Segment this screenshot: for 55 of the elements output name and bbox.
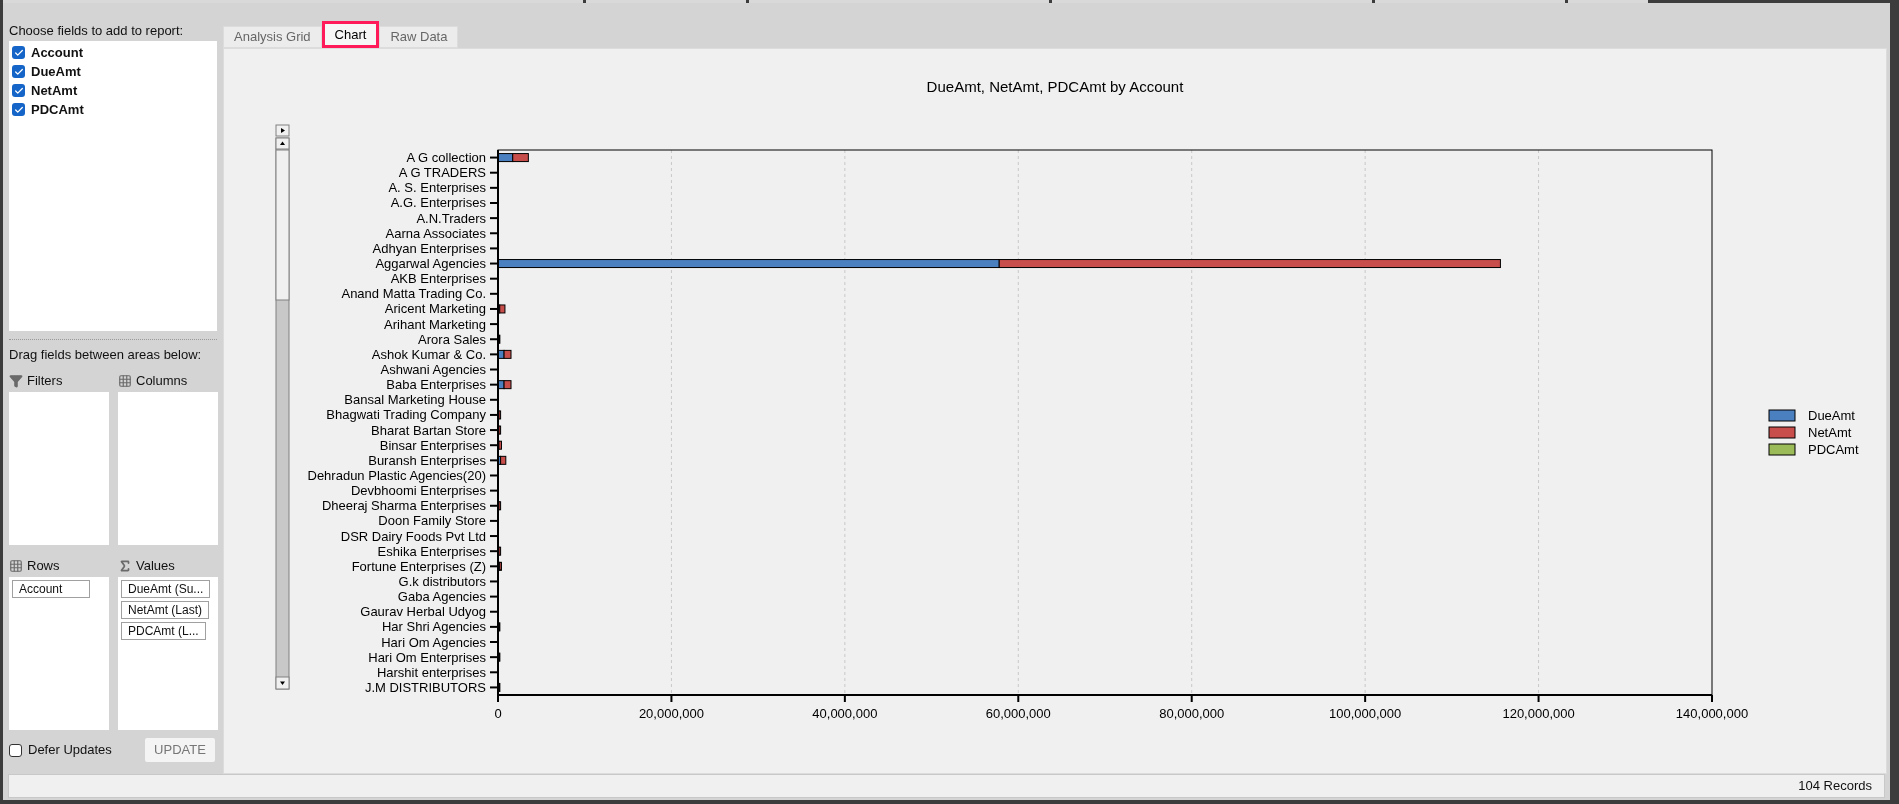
category-label: A G TRADERS [398, 165, 486, 181]
category-label: Bansal Marketing House [344, 392, 486, 408]
category-label: A. S. Enterprises [388, 180, 486, 196]
tick-label: 100,000,000 [1329, 706, 1402, 721]
category-label: Doon Family Store [378, 513, 486, 529]
category-label: A G collection [406, 150, 486, 166]
legend-label: PDCAmt [1808, 442, 1859, 457]
category-label: Binsar Enterprises [379, 437, 486, 453]
area-label: Filters [27, 372, 63, 391]
category-label: Aricent Marketing [384, 301, 486, 317]
area-label: Columns [136, 372, 188, 391]
category-label: Eshika Enterprises [377, 543, 486, 559]
area-label: Rows [27, 557, 60, 576]
category-label: Har Shri Agencies [381, 619, 486, 635]
category-label: A.G. Enterprises [390, 195, 486, 211]
category-label: A.N.Traders [416, 210, 486, 226]
record-count: 104 Records [1798, 777, 1872, 796]
category-label: Fortune Enterprises (Z) [351, 558, 486, 574]
category-label: J.M DISTRIBUTORS [364, 679, 486, 695]
tick-label: 80,000,000 [1159, 706, 1225, 721]
legend-label: NetAmt [1808, 425, 1852, 440]
category-label: Hari Om Agencies [381, 634, 486, 650]
chart-title: DueAmt, NetAmt, PDCAmt by Account [926, 78, 1184, 95]
legend-label: DueAmt [1808, 408, 1855, 423]
category-label: DSR Dairy Foods Pvt Ltd [340, 528, 486, 544]
category-label: Devbhoomi Enterprises [350, 483, 486, 499]
category-label: Baba Enterprises [386, 377, 486, 393]
category-label: Buransh Enterprises [368, 452, 486, 468]
category-label: Bhagwati Trading Company [326, 407, 486, 423]
tick-label: 0 [494, 706, 502, 721]
tick-label: 40,000,000 [812, 706, 878, 721]
category-label: Hari Om Enterprises [368, 649, 486, 665]
category-label: Dheeraj Sharma Enterprises [321, 498, 486, 514]
area-label: Values [136, 557, 175, 576]
category-label: Harshit enterprises [376, 664, 486, 680]
category-label: Dehradun Plastic Agencies(20) [307, 468, 486, 483]
panel-heading: Drag fields between areas below: [9, 346, 203, 364]
category-label: Arora Sales [418, 331, 486, 347]
category-label: AKB Enterprises [390, 271, 486, 287]
category-label: Aggarwal Agencies [375, 256, 486, 272]
category-label: Arihant Marketing [384, 316, 486, 332]
category-label: Gaurav Herbal Udyog [360, 604, 486, 620]
category-label: Ashwani Agencies [380, 362, 486, 377]
category-label: Adhyan Enterprises [372, 240, 486, 256]
category-label: Anand Matta Trading Co. [341, 286, 486, 302]
category-label: Aarna Associates [385, 225, 486, 241]
category-label: Gaba Agencies [397, 589, 486, 605]
tick-label: 120,000,000 [1502, 706, 1575, 721]
category-label: G.k distributors [398, 573, 486, 589]
panel-heading: Choose fields to add to report: [9, 22, 185, 40]
tick-label: 20,000,000 [638, 706, 704, 721]
tick-label: 60,000,000 [985, 706, 1051, 721]
category-label: Bharat Bartan Store [371, 422, 486, 438]
category-label: Ashok Kumar & Co. [371, 346, 486, 362]
tick-label: 140,000,000 [1675, 706, 1749, 721]
